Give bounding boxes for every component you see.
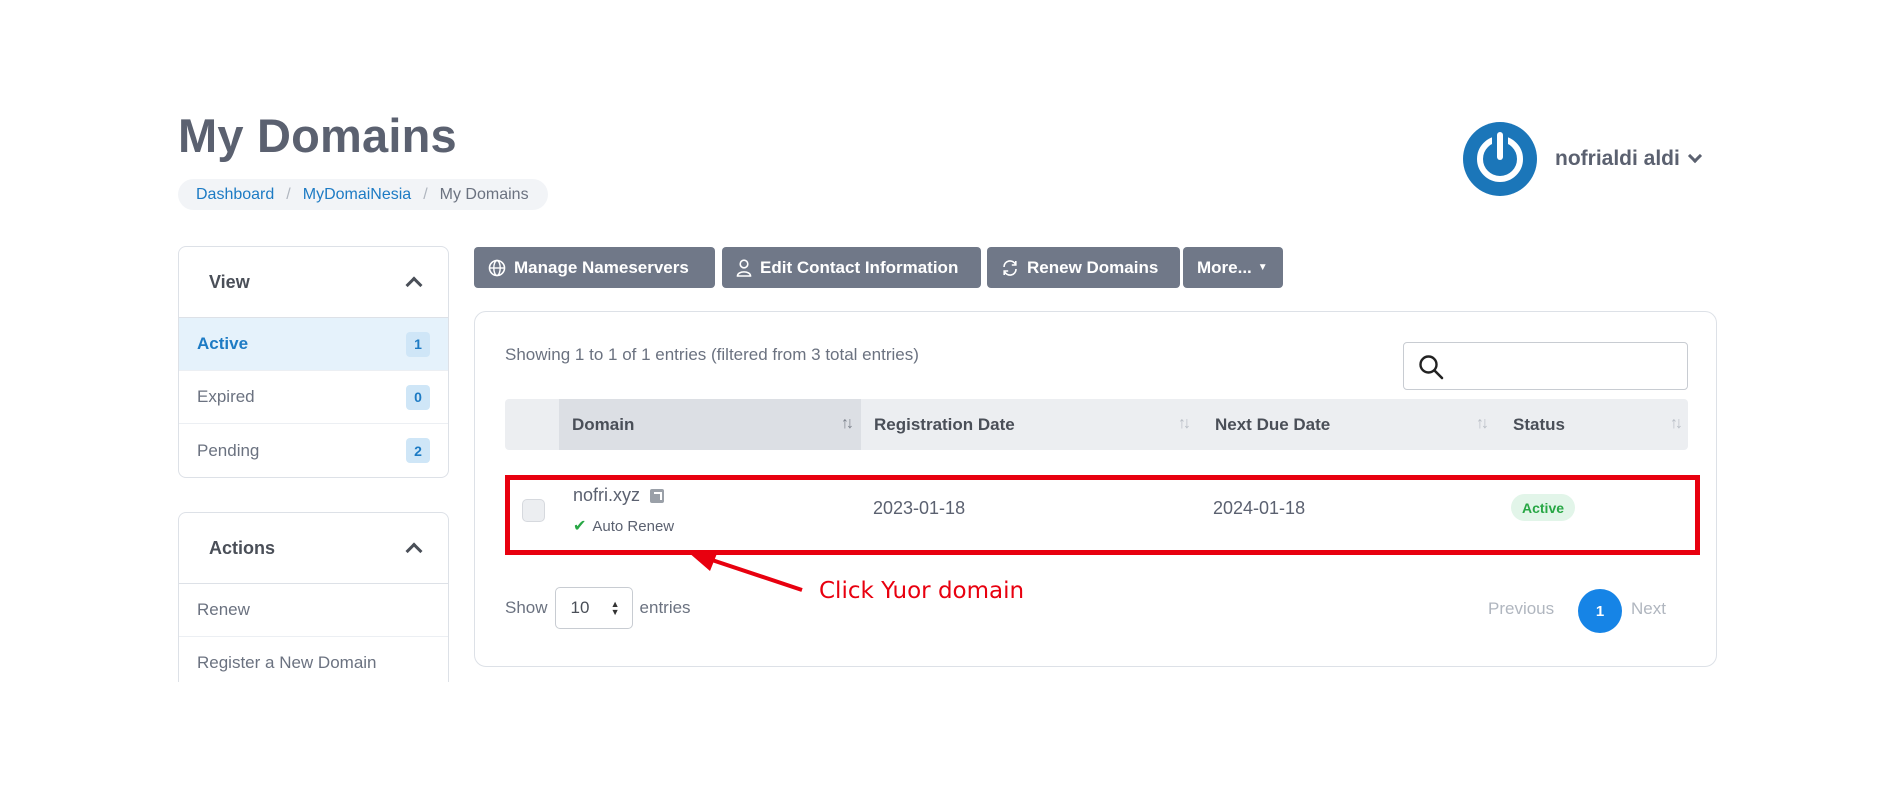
table-header: Domain ↑↓ Registration Date ↑↓ Next Due … — [505, 399, 1688, 450]
pagination-page-1[interactable]: 1 — [1578, 589, 1622, 633]
button-label: Edit Contact Information — [760, 257, 959, 277]
button-label: Renew Domains — [1027, 257, 1159, 277]
pagination-next[interactable]: Next — [1631, 599, 1666, 619]
manage-nameservers-button[interactable]: Manage Nameservers — [474, 247, 715, 288]
breadcrumb-mydomainesia[interactable]: MyDomaiNesia — [303, 186, 411, 204]
user-name: nofrialdi aldi — [1555, 147, 1680, 170]
more-dropdown-button[interactable]: More... ▼ — [1183, 247, 1283, 288]
column-header-label: Status — [1513, 414, 1565, 434]
renew-domains-button[interactable]: Renew Domains — [987, 247, 1180, 288]
refresh-icon — [1001, 259, 1019, 277]
view-panel-title: View — [209, 271, 250, 292]
page-length-control: Show 10 ▲ ▼ entries — [505, 587, 691, 629]
entries-label: entries — [639, 598, 691, 617]
chevron-down-icon — [1687, 148, 1702, 164]
column-header-label: Registration Date — [874, 414, 1015, 434]
sidebar-item-label: Expired — [197, 387, 255, 406]
globe-icon — [488, 259, 506, 277]
action-label: Register a New Domain — [197, 653, 377, 672]
table-info: Showing 1 to 1 of 1 entries (filtered fr… — [505, 345, 919, 364]
column-header-label: Next Due Date — [1215, 414, 1331, 434]
user-icon — [736, 258, 752, 277]
column-header-next-due-date[interactable]: Next Due Date ↑↓ — [1202, 399, 1500, 450]
edit-contact-button[interactable]: Edit Contact Information — [722, 247, 981, 288]
annotation-text: Click Yuor domain — [819, 578, 1025, 604]
entries-per-page-value: 10 — [570, 598, 590, 617]
power-icon — [1497, 132, 1503, 160]
user-menu[interactable]: nofrialdi aldi — [1463, 122, 1702, 196]
actions-panel-clip: Actions Renew Register a New Domain — [178, 512, 449, 682]
search-icon — [1419, 355, 1444, 380]
sidebar-item-expired[interactable]: Expired 0 — [179, 371, 448, 424]
view-panel: View Active 1 Expired 0 Pending 2 — [178, 246, 449, 478]
count-badge: 1 — [406, 331, 430, 357]
action-register-domain[interactable]: Register a New Domain — [179, 637, 448, 682]
breadcrumb-separator: / — [286, 185, 291, 203]
breadcrumb-separator: / — [423, 185, 428, 203]
sort-icon: ↑↓ — [841, 415, 854, 432]
sidebar-item-pending[interactable]: Pending 2 — [179, 424, 448, 477]
sort-icon: ↑↓ — [1476, 415, 1489, 432]
count-badge: 2 — [406, 438, 430, 463]
chevron-up-icon — [405, 542, 423, 560]
caret-down-icon: ▼ — [1257, 262, 1268, 273]
column-header-registration-date[interactable]: Registration Date ↑↓ — [861, 399, 1202, 450]
action-renew[interactable]: Renew — [179, 584, 448, 637]
breadcrumb-dashboard[interactable]: Dashboard — [196, 186, 274, 204]
avatar — [1463, 122, 1537, 196]
button-label: More... — [1197, 257, 1252, 277]
sidebar-item-active[interactable]: Active 1 — [179, 318, 448, 371]
show-label: Show — [505, 598, 548, 617]
breadcrumb-current: My Domains — [439, 185, 529, 203]
sidebar-item-label: Pending — [197, 440, 260, 460]
sort-icon: ↑↓ — [1178, 415, 1191, 432]
page-title: My Domains — [178, 109, 457, 162]
pagination-previous[interactable]: Previous — [1488, 599, 1554, 619]
annotation-highlight-box — [505, 475, 1700, 555]
actions-panel-header[interactable]: Actions — [179, 513, 448, 584]
button-label: Manage Nameservers — [514, 257, 689, 277]
breadcrumb: Dashboard / MyDomaiNesia / My Domains — [178, 179, 548, 210]
column-header-label: Domain — [572, 414, 635, 434]
count-badge: 0 — [406, 384, 430, 410]
column-header-status[interactable]: Status ↑↓ — [1500, 399, 1688, 450]
chevron-up-icon — [405, 276, 423, 294]
sort-icon: ↑↓ — [1670, 415, 1683, 432]
actions-panel: Actions Renew Register a New Domain — [178, 512, 449, 682]
select-arrows-icon: ▲ ▼ — [610, 599, 620, 617]
search-input[interactable] — [1403, 342, 1688, 390]
annotation-arrow — [688, 551, 803, 592]
sidebar-item-label: Active — [197, 334, 249, 353]
actions-panel-title: Actions — [209, 537, 276, 558]
entries-per-page-select[interactable]: 10 ▲ ▼ — [554, 587, 633, 629]
action-label: Renew — [197, 600, 250, 619]
view-panel-header[interactable]: View — [179, 247, 448, 318]
column-header-domain[interactable]: Domain ↑↓ — [559, 399, 861, 450]
